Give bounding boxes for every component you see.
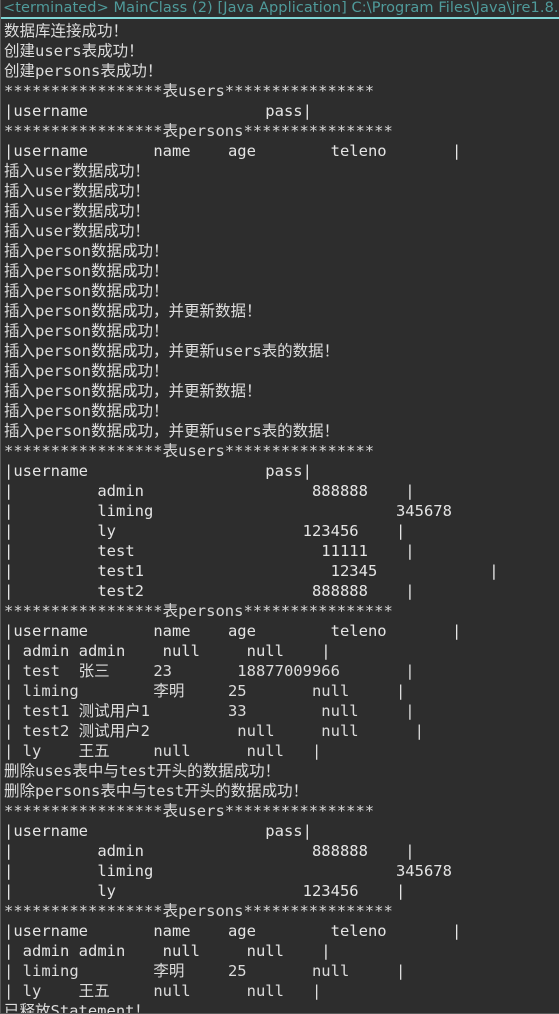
console-line: |username name age teleno | — [4, 922, 462, 940]
console-line: 数据库连接成功！ — [4, 22, 129, 40]
console-line: | liming 李明 25 null | — [4, 682, 406, 700]
console-line: | test 张三 23 18877009966 | — [4, 662, 415, 680]
console-line: | test2 测试用户2 null null | — [4, 722, 424, 740]
console-line: |username name age teleno | — [4, 142, 462, 160]
console-line: | test1 12345 | — [4, 562, 499, 580]
console-line: 插入person数据成功！ — [4, 242, 169, 260]
console-line: | admin 888888 | — [4, 842, 415, 860]
console-line: 创建persons表成功！ — [4, 62, 163, 80]
console-line: |username pass| — [4, 822, 312, 840]
console-line: 已释放Statement！ — [4, 1002, 150, 1013]
console-line: | liming 李明 25 null | — [4, 962, 406, 980]
console-line: 插入person数据成功，并更新users表的数据！ — [4, 342, 340, 360]
console-line: 插入person数据成功！ — [4, 282, 169, 300]
console-title-label: <terminated> MainClass (2) [Java Applica… — [3, 0, 559, 16]
console-line: *****************表persons***************… — [4, 122, 393, 140]
console-line: 插入person数据成功！ — [4, 362, 169, 380]
console-line: *****************表users**************** — [4, 442, 375, 460]
console-line: | ly 123456 | — [4, 522, 406, 540]
console-line: 插入user数据成功！ — [4, 182, 150, 200]
console-line: *****************表users**************** — [4, 82, 375, 100]
console-line: 插入person数据成功，并更新users表的数据！ — [4, 422, 340, 440]
console-line: 插入person数据成功！ — [4, 262, 169, 280]
console-line: 插入user数据成功！ — [4, 162, 150, 180]
console-line: | ly 123456 | — [4, 882, 406, 900]
console-line: | test 11111 | — [4, 542, 415, 560]
console-line: *****************表persons***************… — [4, 902, 393, 920]
console-line: 插入user数据成功！ — [4, 222, 150, 240]
console-line: |username pass| — [4, 102, 312, 120]
console-line: 删除persons表中与test开头的数据成功！ — [4, 782, 309, 800]
console-line: | ly 王五 null null | — [4, 982, 322, 1000]
console-line: 插入person数据成功，并更新数据！ — [4, 382, 262, 400]
console-line: | test2 888888 | — [4, 582, 415, 600]
console-line: | ly 王五 null null | — [4, 742, 322, 760]
console-line: | test1 测试用户1 33 null | — [4, 702, 415, 720]
console-line: | admin 888888 | — [4, 482, 415, 500]
console-line: | liming 345678 | — [4, 862, 452, 880]
console-line: *****************表persons***************… — [4, 602, 393, 620]
console-line: *****************表users**************** — [4, 802, 375, 820]
console-line: | admin admin null null | — [4, 642, 331, 660]
console-line: 插入person数据成功，并更新数据！ — [4, 302, 262, 320]
console-line: 插入person数据成功！ — [4, 322, 169, 340]
console-line: | admin admin null null | — [4, 942, 331, 960]
console-line: 插入user数据成功！ — [4, 202, 150, 220]
console-line: 插入person数据成功！ — [4, 402, 169, 420]
console-line: |username name age teleno | — [4, 622, 462, 640]
console-line: 删除uses表中与test开头的数据成功！ — [4, 762, 281, 780]
console-line: |username pass| — [4, 462, 312, 480]
console-titlebar: <terminated> MainClass (2) [Java Applica… — [1, 0, 559, 19]
console-line: | liming 345678 | — [4, 502, 452, 520]
console-window: <terminated> MainClass (2) [Java Applica… — [0, 0, 559, 1014]
console-output-text[interactable]: 数据库连接成功！ 创建users表成功！ 创建persons表成功！ ********… — [1, 21, 559, 1013]
console-line: 创建users表成功！ — [4, 42, 144, 60]
